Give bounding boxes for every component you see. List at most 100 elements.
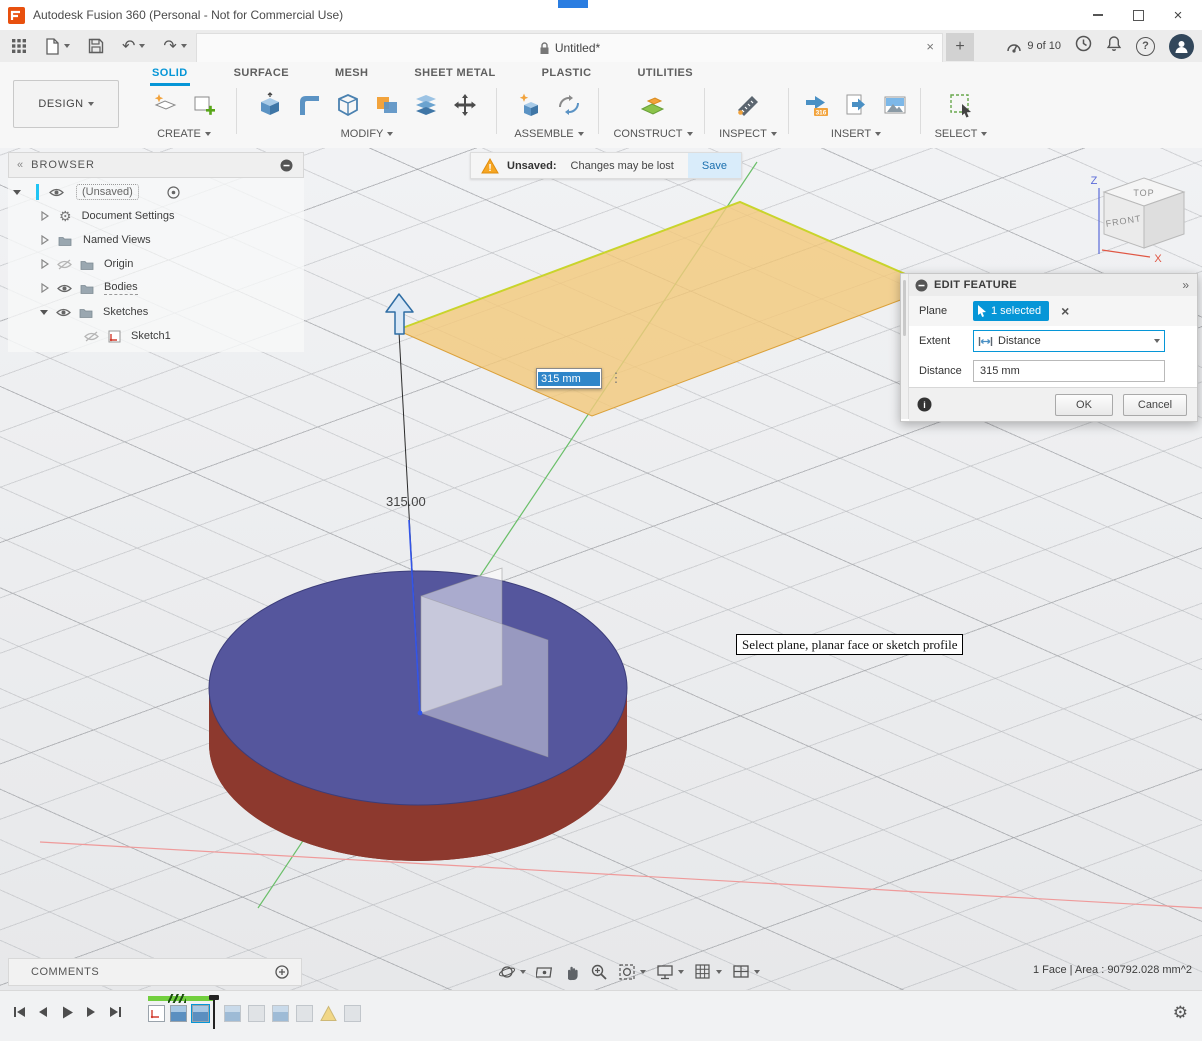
cancel-button[interactable]: Cancel: [1123, 394, 1187, 416]
visibility-eye-icon[interactable]: [56, 307, 71, 318]
tab-surface[interactable]: SURFACE: [232, 62, 291, 86]
expander-collapsed-icon[interactable]: [40, 211, 49, 221]
combine-button[interactable]: [370, 87, 404, 123]
document-root-label[interactable]: (Unsaved): [76, 184, 139, 200]
item-label[interactable]: Document Settings: [82, 210, 175, 222]
visibility-eye-off-icon[interactable]: [84, 331, 99, 342]
distance-field[interactable]: [973, 360, 1165, 382]
tab-utilities[interactable]: UTILITIES: [635, 62, 695, 86]
item-label[interactable]: Bodies: [104, 281, 138, 295]
dialog-grip[interactable]: [901, 274, 909, 419]
expander-collapsed-icon[interactable]: [40, 259, 49, 269]
orbit-button[interactable]: [498, 963, 526, 981]
group-assemble-menu[interactable]: ASSEMBLE: [514, 126, 583, 142]
body-cylinder[interactable]: [209, 571, 627, 861]
look-at-button[interactable]: [536, 963, 554, 981]
dialog-collapse-icon[interactable]: [915, 279, 928, 292]
tab-solid[interactable]: SOLID: [150, 62, 190, 86]
fit-button[interactable]: [618, 963, 646, 981]
shell-button[interactable]: [331, 87, 365, 123]
input-drag-handle[interactable]: ⋮: [608, 368, 624, 388]
save-link[interactable]: Save: [688, 153, 741, 178]
activate-target-icon[interactable]: [167, 186, 180, 199]
grid-settings-button[interactable]: [694, 963, 722, 981]
expander-collapsed-icon[interactable]: [40, 235, 49, 245]
help-button[interactable]: ?: [1136, 37, 1155, 56]
timeline-progress-track[interactable]: [148, 996, 215, 1001]
group-insert-menu[interactable]: INSERT: [831, 126, 881, 142]
browser-item-document-settings[interactable]: ⚙ Document Settings: [8, 204, 304, 228]
timeline-feature-extrude[interactable]: [170, 1005, 187, 1022]
new-component-button[interactable]: [513, 87, 547, 123]
browser-item-sketches[interactable]: Sketches: [8, 300, 304, 324]
timeline-step-forward-button[interactable]: [80, 1001, 102, 1023]
joint-button[interactable]: [552, 87, 586, 123]
save-button[interactable]: [85, 33, 107, 59]
item-label[interactable]: Named Views: [83, 234, 151, 246]
group-inspect-menu[interactable]: INSPECT: [719, 126, 777, 142]
item-label[interactable]: Sketches: [103, 306, 148, 318]
measure-button[interactable]: [731, 87, 765, 123]
timeline-settings-gear-icon[interactable]: ⚙: [1173, 1003, 1188, 1023]
notifications-button[interactable]: [1106, 35, 1122, 57]
offset-plane-preview[interactable]: [397, 202, 935, 416]
distance-input-value[interactable]: 315 mm: [538, 372, 600, 386]
expander-expanded-icon[interactable]: [12, 187, 22, 197]
tab-close-icon[interactable]: ×: [926, 39, 934, 54]
group-construct-menu[interactable]: CONSTRUCT: [613, 126, 692, 142]
timeline-feature-pending[interactable]: [224, 1005, 241, 1022]
timeline-feature-pending[interactable]: [344, 1005, 361, 1022]
redo-menu-caret[interactable]: [181, 44, 187, 48]
job-status[interactable]: 9 of 10: [1006, 38, 1061, 54]
add-comment-icon[interactable]: [275, 965, 289, 979]
timeline-play-button[interactable]: [56, 1001, 78, 1023]
pan-button[interactable]: [564, 963, 580, 981]
expander-expanded-icon[interactable]: [39, 307, 49, 317]
timeline-step-back-button[interactable]: [32, 1001, 54, 1023]
item-label[interactable]: Sketch1: [131, 330, 171, 342]
undo-button[interactable]: ↶: [119, 33, 148, 59]
decal-button[interactable]: [839, 87, 873, 123]
redo-button[interactable]: ↷: [160, 33, 189, 59]
minimize-button[interactable]: [1078, 1, 1118, 29]
collapse-browser-icon[interactable]: «: [17, 159, 23, 171]
browser-item-named-views[interactable]: Named Views: [8, 228, 304, 252]
viewcube-top-label[interactable]: TOP: [1133, 188, 1154, 198]
tab-plastic[interactable]: PLASTIC: [540, 62, 594, 86]
display-settings-button[interactable]: [656, 963, 684, 981]
move-copy-button[interactable]: [448, 87, 482, 123]
history-button[interactable]: [1075, 35, 1092, 57]
visibility-eye-off-icon[interactable]: [57, 259, 72, 270]
timeline-go-start-button[interactable]: [8, 1001, 30, 1023]
info-icon[interactable]: i: [917, 397, 932, 412]
fillet-button[interactable]: [292, 87, 326, 123]
timeline-feature-pending[interactable]: [296, 1005, 313, 1022]
tab-mesh[interactable]: MESH: [333, 62, 370, 86]
timeline-feature-pending[interactable]: [272, 1005, 289, 1022]
zoom-button[interactable]: [590, 963, 608, 981]
timeline-position-marker[interactable]: [213, 999, 215, 1029]
browser-minimize-icon[interactable]: [280, 159, 293, 172]
distance-input-floating[interactable]: 315 mm: [536, 368, 602, 389]
browser-item-sketch1[interactable]: Sketch1: [8, 324, 304, 348]
create-form-button[interactable]: [187, 87, 221, 123]
construct-plane-button[interactable]: [636, 87, 670, 123]
close-button[interactable]: ×: [1158, 1, 1198, 29]
undo-menu-caret[interactable]: [139, 44, 145, 48]
browser-root-row[interactable]: (Unsaved): [8, 180, 304, 204]
new-tab-button[interactable]: +: [946, 33, 974, 61]
timeline-feature-extrude-editing[interactable]: [192, 1005, 209, 1022]
design-workspace-menu[interactable]: DESIGN: [13, 80, 119, 128]
view-cube[interactable]: TOP FRONT Z X: [1080, 166, 1192, 266]
avatar[interactable]: [1169, 34, 1194, 59]
group-create-menu[interactable]: CREATE: [157, 126, 211, 142]
timeline-feature-sketch[interactable]: [148, 1005, 165, 1022]
dialog-expand-icon[interactable]: »: [1182, 278, 1189, 292]
visibility-eye-icon[interactable]: [57, 283, 72, 294]
create-sketch-button[interactable]: [148, 87, 182, 123]
expander-collapsed-icon[interactable]: [40, 283, 49, 293]
viewports-button[interactable]: [732, 963, 760, 981]
origin-point[interactable]: [418, 711, 423, 716]
timeline-feature-warning[interactable]: [320, 1005, 337, 1022]
timeline-feature-pending[interactable]: [248, 1005, 265, 1022]
